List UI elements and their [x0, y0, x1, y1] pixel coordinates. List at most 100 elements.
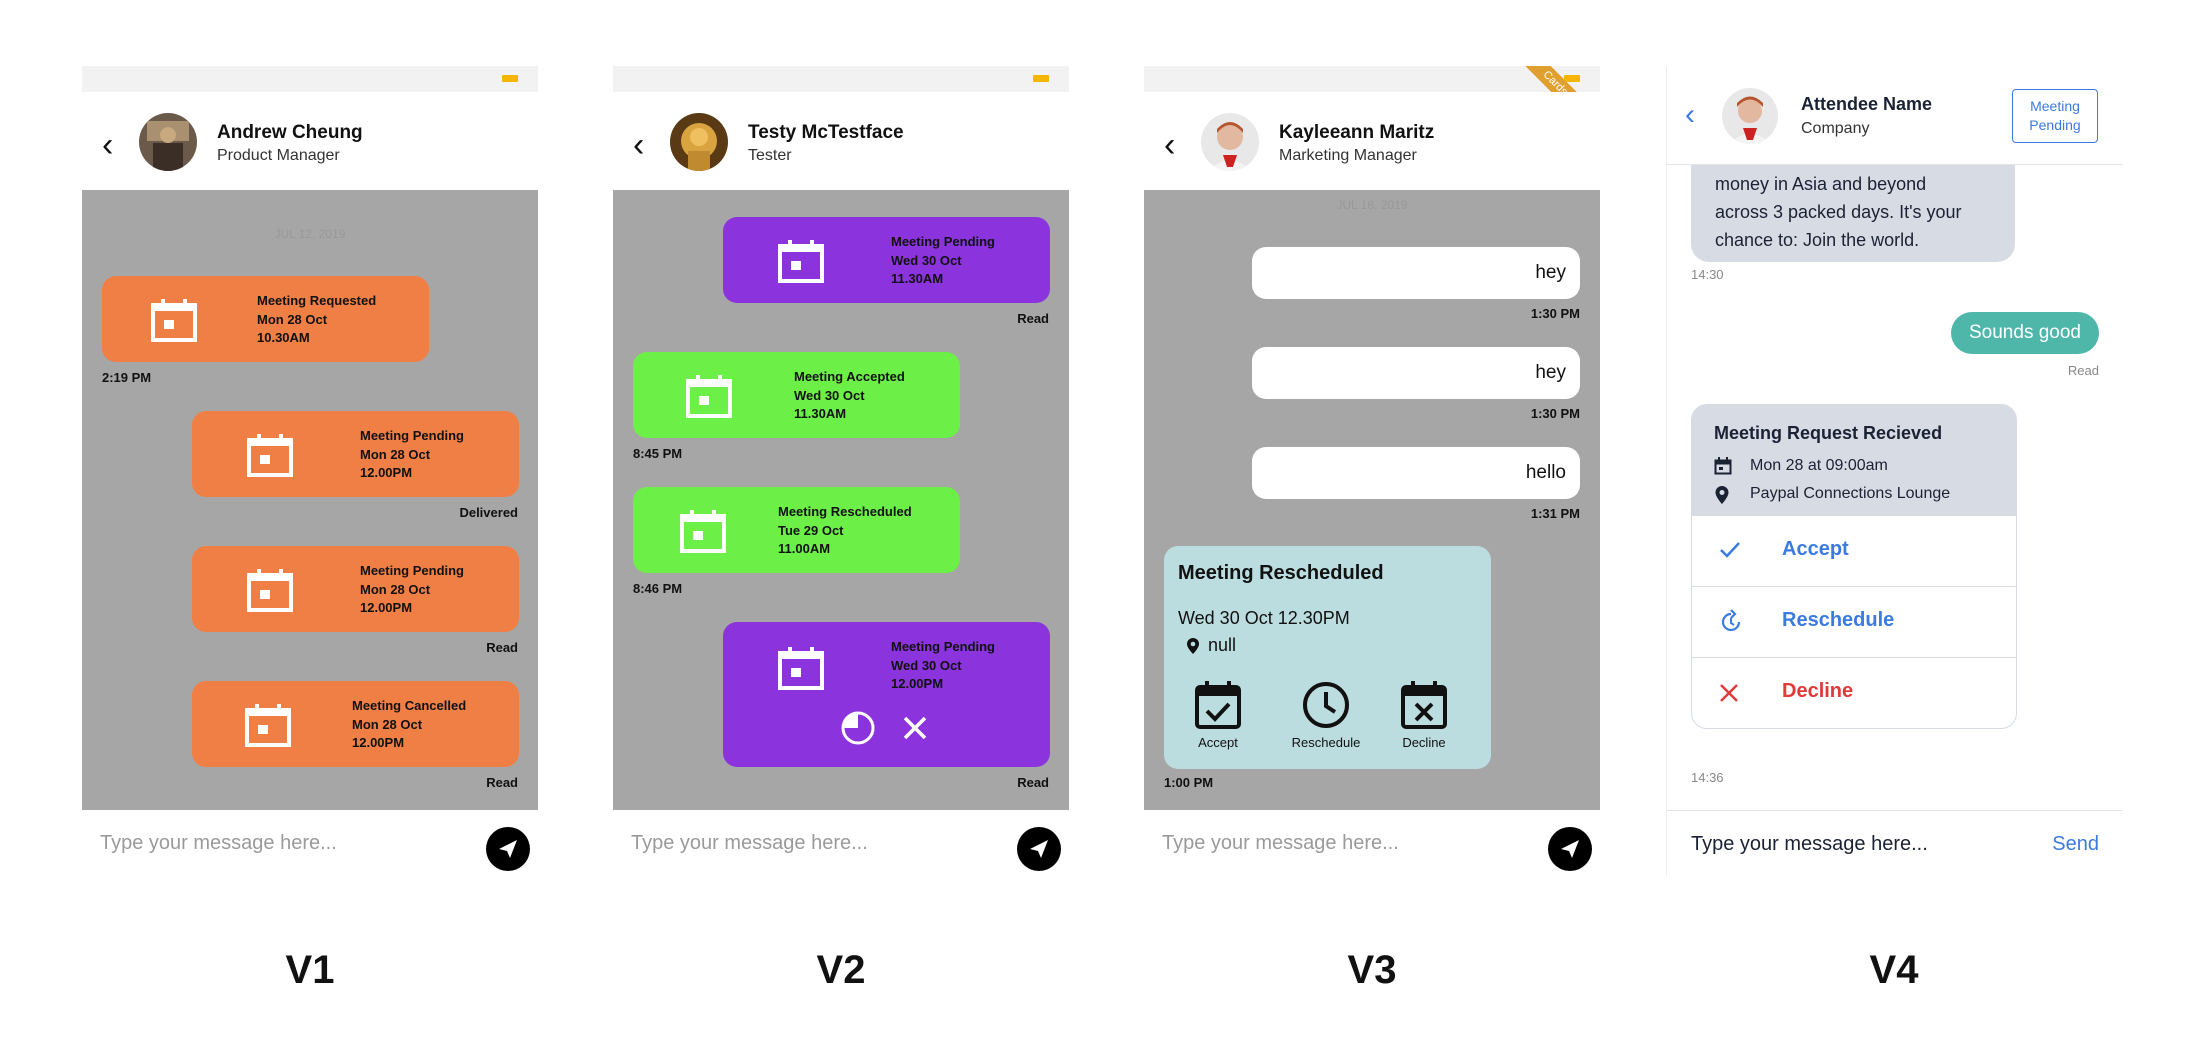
contact-name: Kayleeann Maritz [1279, 122, 1435, 143]
chat-header: ‹ Attendee Name Company Meeting Pending [1667, 66, 2123, 165]
message-meta: 1:00 PM [1164, 775, 1214, 790]
meeting-card[interactable]: Meeting Requested Mon 28 Oct 10.30AM [102, 276, 429, 362]
message-input[interactable]: Type your message here... [631, 832, 868, 855]
date-separator: JUL 12, 2019 [274, 227, 346, 241]
text-bubble[interactable]: hello [1252, 447, 1580, 499]
message-input[interactable]: Type your message here... [1691, 833, 1928, 856]
reschedule-button[interactable]: Reschedule [1692, 586, 2016, 657]
check-icon [1720, 542, 1740, 558]
meeting-title: Meeting Cancelled [352, 698, 467, 713]
meeting-card[interactable]: Meeting Pending Mon 28 Oct 12.00PM [192, 411, 519, 497]
refresh-clock-icon [1721, 609, 1741, 632]
close-icon [1720, 684, 1738, 702]
decline-icon[interactable] [901, 714, 929, 742]
bubble-text: hello [1525, 462, 1566, 483]
message-meta: 8:45 PM [633, 446, 683, 461]
bubble-line: chance to: Join the world. [1715, 230, 1920, 250]
bubble-line: money in Asia and beyond [1715, 174, 1927, 194]
back-button[interactable]: ‹ [1164, 128, 1175, 162]
status-badge[interactable]: Meeting Pending [2012, 89, 2098, 143]
meeting-date: Mon 28 Oct [360, 446, 431, 462]
chat-header: ‹ Testy McTestface Tester [613, 92, 1069, 190]
calendar-icon [245, 704, 291, 747]
decline-label: Decline [1782, 680, 1854, 702]
message-input[interactable]: Type your message here... [1162, 832, 1399, 855]
reschedule-button[interactable]: Reschedule [1286, 680, 1366, 750]
variant-label: V1 [285, 948, 335, 992]
meeting-time: 11.30AM [794, 406, 847, 421]
send-button[interactable] [1017, 827, 1061, 871]
message-meta: 1:30 PM [1530, 406, 1580, 421]
message-input[interactable]: Type your message here... [100, 832, 337, 855]
send-button[interactable] [486, 827, 530, 871]
calendar-check-icon [1195, 681, 1241, 729]
outgoing-bubble[interactable]: Sounds good [1951, 312, 2099, 354]
meeting-card[interactable]: Meeting Cancelled Mon 28 Oct 12.00PM [192, 681, 519, 767]
text-bubble[interactable]: hey [1252, 247, 1580, 299]
variant-label: V2 [816, 948, 866, 992]
send-button[interactable] [1548, 827, 1592, 871]
chat-header: ‹ Kayleeann Maritz Marketing Manager [1144, 92, 1600, 190]
message-meta: Read [1017, 775, 1049, 790]
location-pin-icon [1187, 638, 1199, 654]
meeting-card[interactable]: Meeting Pending Mon 28 Oct 12.00PM [192, 546, 519, 632]
message-input-bar: Type your message here... [82, 810, 538, 876]
message-meta: 1:31 PM [1530, 506, 1580, 521]
meeting-time: 12.00PM [360, 600, 413, 615]
message-input-bar: Type your message here... [1144, 810, 1600, 876]
message-meta: Read [486, 775, 518, 790]
meeting-card: Meeting Rescheduled Wed 30 Oct 12.30PM n… [1164, 546, 1491, 769]
meeting-date: Mon 28 Oct [352, 716, 423, 732]
contact-role: Marketing Manager [1279, 147, 1417, 164]
meeting-time: 12.00PM [360, 465, 413, 480]
message-meta: 8:46 PM [633, 581, 683, 596]
back-button[interactable]: ‹ [102, 128, 113, 162]
chat-area: JUL 12, 2019 Meeting Requested Mon 28 Oc… [82, 190, 538, 810]
meeting-card[interactable]: Meeting Pending Wed 30 Oct 12.00PM [723, 622, 1050, 767]
status-bar [82, 66, 538, 92]
message-time: 14:36 [1691, 770, 1724, 785]
meeting-title: Meeting Pending [891, 234, 995, 249]
text-bubble[interactable]: hey [1252, 347, 1580, 399]
phone-v2: ‹ Testy McTestface Tester Meeting Pendin… [613, 66, 1069, 876]
meeting-card[interactable]: Meeting Accepted Wed 30 Oct 11.30AM [633, 352, 960, 438]
accept-label: Accept [1198, 735, 1238, 750]
accept-button[interactable]: Accept [1692, 515, 2016, 586]
card-location: Paypal Connections Lounge [1750, 485, 1951, 502]
accept-button[interactable]: Accept [1188, 680, 1248, 750]
chat-area: JUL 18, 2019 hey 1:30 PM hey 1:30 PM hel… [1144, 190, 1600, 810]
meeting-title: Meeting Pending [891, 639, 995, 654]
badge-line: Meeting [2030, 98, 2080, 114]
calendar-x-icon [1401, 681, 1447, 729]
decline-button[interactable]: Decline [1692, 657, 2016, 728]
calendar-icon [247, 569, 293, 612]
meeting-date: Mon 28 Oct [257, 311, 328, 327]
meeting-card[interactable]: Meeting Rescheduled Tue 29 Oct 11.00AM [633, 487, 960, 573]
message-input-bar: Type your message here... [613, 810, 1069, 876]
back-button[interactable]: ‹ [633, 128, 644, 162]
meeting-card[interactable]: Meeting Pending Wed 30 Oct 11.30AM [723, 217, 1050, 303]
decline-button[interactable]: Decline [1394, 680, 1454, 750]
chat-area: Meeting Pending Wed 30 Oct 11.30AM Read … [613, 190, 1069, 810]
meeting-date: Mon 28 Oct [360, 581, 431, 597]
calendar-icon [680, 510, 726, 553]
contact-role: Product Manager [217, 147, 340, 164]
reschedule-icon[interactable] [840, 710, 876, 746]
card-title: Meeting Request Recieved [1714, 423, 1943, 443]
meeting-date: Wed 30 Oct [794, 387, 865, 403]
variant-label: V3 [1347, 948, 1397, 992]
message-input-bar: Type your message here... Send [1667, 810, 2123, 876]
battery-icon [1033, 75, 1049, 82]
meeting-date: Wed 30 Oct [891, 657, 962, 673]
back-button[interactable]: ‹ [1685, 98, 1695, 132]
meeting-title: Meeting Pending [360, 428, 464, 443]
battery-icon [502, 75, 518, 82]
phone-v1: ‹ Andrew Cheung Product Manager JUL 12, … [82, 66, 538, 876]
meeting-time: 12.00PM [891, 676, 944, 691]
card-location: null [1208, 635, 1237, 655]
message-meta: 2:19 PM [102, 370, 152, 385]
bubble-line: across 3 packed days. It's your [1715, 202, 1962, 222]
bubble-text: hey [1535, 262, 1566, 283]
meeting-time: 10.30AM [257, 330, 310, 345]
send-button[interactable]: Send [2052, 833, 2099, 856]
